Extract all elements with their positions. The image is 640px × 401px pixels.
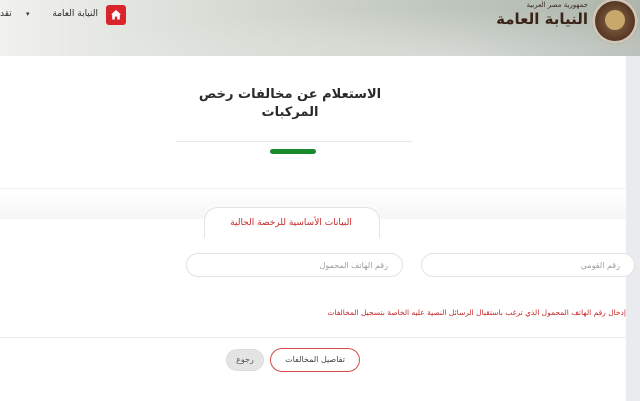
page-title: الاستعلام عن مخالفات رخص المركبات bbox=[198, 87, 382, 120]
nav-item-prosecution[interactable]: النيابة العامة bbox=[34, 7, 98, 21]
page-edge bbox=[626, 56, 640, 401]
top-header: جمهورية مصر العربية النيابة العامة النيا… bbox=[0, 0, 640, 56]
title-divider bbox=[176, 141, 412, 142]
footer-divider bbox=[0, 337, 626, 338]
home-button[interactable] bbox=[106, 5, 126, 25]
back-button[interactable]: رجوع bbox=[226, 349, 264, 371]
violations-details-button[interactable]: تفاصيل المخالفات bbox=[270, 348, 360, 372]
nav-item-services[interactable]: تقد bbox=[0, 7, 16, 21]
emblem-logo bbox=[592, 0, 638, 44]
mobile-hint-text: إدخال رقم الهاتف المحمول الذي ترغب باستق… bbox=[327, 308, 626, 317]
title-accent-bar bbox=[270, 149, 316, 154]
mobile-number-input[interactable] bbox=[186, 253, 403, 277]
home-icon bbox=[111, 10, 121, 20]
section-title: البيانات الأساسية للرخصة الحالية bbox=[230, 218, 352, 228]
national-id-input[interactable] bbox=[421, 253, 635, 277]
org-title: النيابة العامة bbox=[496, 10, 588, 28]
chevron-down-icon[interactable]: ▾ bbox=[26, 7, 34, 21]
